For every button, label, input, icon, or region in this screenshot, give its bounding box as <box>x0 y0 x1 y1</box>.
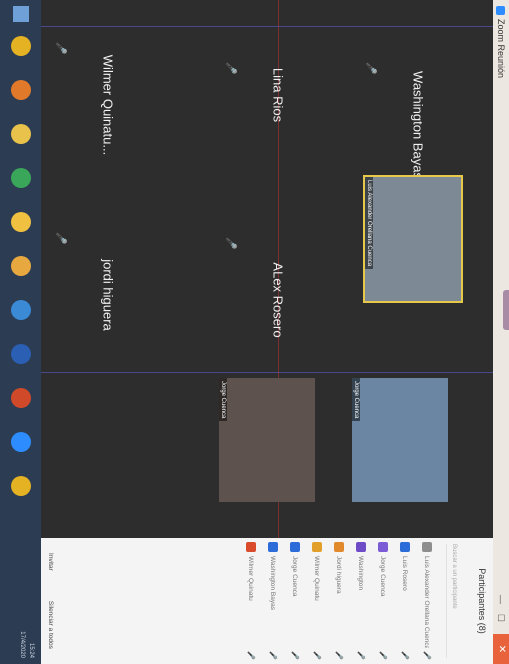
word-icon[interactable] <box>11 344 31 364</box>
powerpoint-icon[interactable] <box>11 388 31 408</box>
participant-row-name: Luis Rosero <box>401 556 409 591</box>
avatar <box>378 542 388 552</box>
participant-name: Washington Bayas <box>410 71 426 179</box>
mic-muted-icon[interactable]: 🎤 <box>291 651 299 660</box>
participant-name: jordi higuera <box>100 259 116 331</box>
mic-muted-icon: 🎤 <box>55 42 66 55</box>
mic-muted-icon: 🎤 <box>365 62 376 75</box>
video-tile-active[interactable]: Luis Alexander Orellana Cuenca <box>363 175 463 303</box>
participant-row-name: Jordi higuera <box>335 556 343 594</box>
participant-row-name: Wilmer Quinatu <box>313 556 321 601</box>
participant-name: Lina Rios <box>270 67 286 123</box>
invite-button[interactable]: Invitar <box>47 553 54 571</box>
participant-row[interactable]: Luis Alexander Orellana Cuenca 🎤 <box>419 542 435 660</box>
tile-alex[interactable]: ALex Rosero 🎤 <box>223 235 333 365</box>
video-caption: Jorge Cuenca <box>352 378 360 422</box>
video-caption: Jorge Cuenca <box>219 378 227 422</box>
mic-muted-icon[interactable]: 🎤 <box>357 651 365 660</box>
video-tile-3[interactable]: Jorge Cuenca <box>219 378 315 502</box>
view-options-tab[interactable] <box>503 290 509 330</box>
tile-washington[interactable]: Washington Bayas 🎤 <box>363 60 473 190</box>
guide-line <box>41 26 493 27</box>
gallery-view: Washington Bayas 🎤 Lina Rios 🎤 Wilmer Qu… <box>41 0 493 538</box>
participants-title: Participantes (8) <box>477 568 487 634</box>
video-caption: Luis Alexander Orellana Cuenca <box>365 177 373 270</box>
mic-muted-icon[interactable]: 🎤 <box>401 651 409 660</box>
mic-muted-icon[interactable]: 🎤 <box>313 651 321 660</box>
chrome-icon[interactable] <box>11 36 31 56</box>
participant-row-name: Washington <box>357 556 365 591</box>
zoom-window: Zoom Reunión — ☐ ✕ Washington Bayas 🎤 Li… <box>0 0 509 664</box>
minimize-icon[interactable]: — <box>496 595 506 604</box>
close-button[interactable]: ✕ <box>493 634 509 664</box>
folder-icon[interactable] <box>11 212 31 232</box>
avatar <box>400 542 410 552</box>
avatar <box>334 542 344 552</box>
tile-wilmer[interactable]: Wilmer Quinatu... 🎤 <box>53 40 163 170</box>
mic-muted-icon: 🎤 <box>225 237 236 250</box>
store-icon[interactable] <box>11 256 31 276</box>
explorer-icon[interactable] <box>11 124 31 144</box>
tile-lina[interactable]: Lina Rios 🎤 <box>223 60 333 130</box>
participant-row[interactable]: Wilmer Quinatu 🎤 <box>309 542 325 660</box>
participant-row[interactable]: Washington Bayas 🎤 <box>265 542 281 660</box>
mic-muted-icon[interactable]: 🎤 <box>247 651 255 660</box>
avatar <box>356 542 366 552</box>
mail-icon[interactable] <box>11 300 31 320</box>
participants-panel: Participantes (8) Buscar a un participan… <box>41 538 493 664</box>
participant-row[interactable]: Wilmer Quinatu 🎤 <box>243 542 259 660</box>
tile-jordi[interactable]: jordi higuera 🎤 <box>53 230 163 360</box>
mic-muted-icon[interactable]: 🎤 <box>423 651 431 660</box>
mute-all-button[interactable]: Silenciar a todos <box>47 601 54 649</box>
windows-start-icon[interactable] <box>13 6 29 22</box>
mic-muted-icon: 🎤 <box>55 232 66 245</box>
mic-muted-icon[interactable]: 🎤 <box>335 651 343 660</box>
participant-name: ALex Rosero <box>270 262 286 338</box>
maximize-icon[interactable]: ☐ <box>495 614 506 622</box>
taskbar: 15:24 17/4/2020 <box>0 0 41 664</box>
mic-muted-icon[interactable]: 🎤 <box>379 651 387 660</box>
participant-row-name: Luis Alexander Orellana Cuenca <box>423 556 431 649</box>
participant-row-name: Washington Bayas <box>269 556 277 610</box>
clock-date: 17/4/2020 <box>19 631 25 658</box>
participant-search-input[interactable]: Buscar a un participante <box>446 544 457 658</box>
participant-row[interactable]: Luis Rosero 🎤 <box>397 542 413 660</box>
app-icon-green[interactable] <box>11 168 31 188</box>
zoom-icon <box>496 6 506 15</box>
chrome-icon-2[interactable] <box>11 476 31 496</box>
firefox-icon[interactable] <box>11 80 31 100</box>
participant-name: Wilmer Quinatu... <box>100 54 116 156</box>
system-tray: 15:24 17/4/2020 <box>17 631 35 658</box>
mic-muted-icon[interactable]: 🎤 <box>269 651 277 660</box>
participant-row[interactable]: Washington 🎤 <box>353 542 369 660</box>
zoom-icon[interactable] <box>11 432 31 452</box>
mic-muted-icon: 🎤 <box>225 62 236 75</box>
avatar <box>422 542 432 552</box>
participant-row-name: Wilmer Quinatu <box>247 556 255 601</box>
avatar <box>246 542 256 552</box>
title-bar: Zoom Reunión — ☐ ✕ <box>493 0 509 664</box>
participant-row[interactable]: Jorge Cuenca 🎤 <box>375 542 391 660</box>
title: Zoom Reunión <box>496 6 506 78</box>
clock-time: 15:24 <box>28 642 34 658</box>
participant-row[interactable]: Jordi higuera 🎤 <box>331 542 347 660</box>
participant-row-name: Jorge Cuenca <box>379 556 387 597</box>
avatar <box>312 542 322 552</box>
guide-line <box>41 372 493 373</box>
window-title: Zoom Reunión <box>496 19 506 79</box>
participant-row[interactable]: Jorge Cuenca 🎤 <box>287 542 303 660</box>
avatar <box>268 542 278 552</box>
avatar <box>290 542 300 552</box>
video-tile-2[interactable]: Jorge Cuenca <box>352 378 448 502</box>
participant-row-name: Jorge Cuenca <box>291 556 299 597</box>
